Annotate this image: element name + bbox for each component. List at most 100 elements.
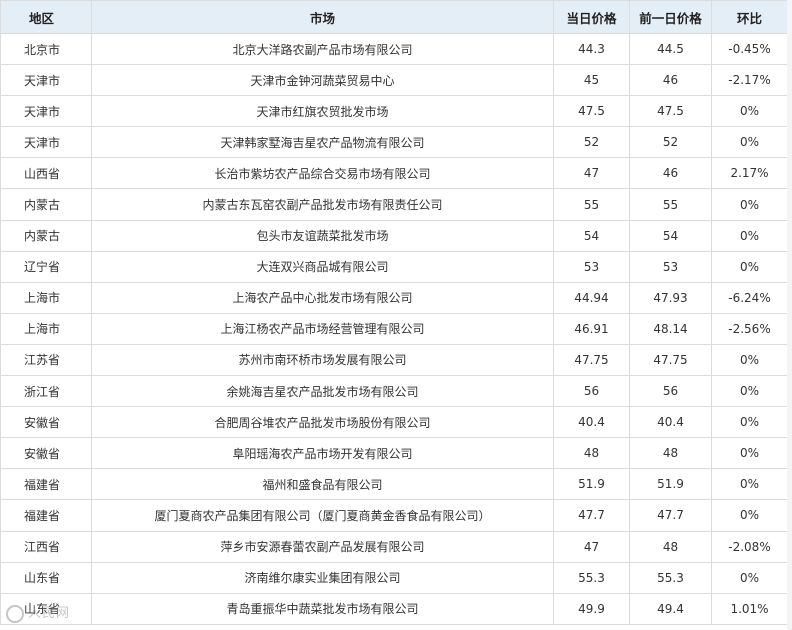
cell-today-price: 44.3 [553,32,630,66]
table-row: 江西省 萍乡市安源春蕾农副产品发展有限公司 47 48 -2.08% [0,530,788,563]
cell-region: 上海市 [0,312,92,345]
cell-market: 济南维尔康实业集团有限公司 [91,561,554,594]
header-prev-price: 前一日价格 [629,0,712,34]
cell-market: 内蒙古东瓦窑农副产品批发市场有限责任公司 [91,188,554,221]
cell-today-price: 47 [553,530,630,563]
table-row: 福建省 福州和盛食品有限公司 51.9 51.9 0% [0,468,788,501]
cell-market: 包头市友谊蔬菜批发市场 [91,219,554,252]
cell-today-price: 55 [553,188,630,221]
cell-today-price: 51.9 [553,468,630,501]
cell-ratio: 0% [711,219,788,252]
cell-today-price: 56 [553,375,630,408]
right-edge [787,0,792,630]
cell-ratio: 0% [711,437,788,470]
cell-market: 北京大洋路农副产品市场有限公司 [91,32,554,66]
cell-today-price: 47.75 [553,343,630,377]
cell-region: 天津市 [0,64,92,97]
cell-today-price: 48 [553,437,630,470]
cell-prev-price: 54 [629,219,712,252]
cell-ratio: 2.17% [711,157,788,190]
cell-market: 上海农产品中心批发市场有限公司 [91,281,554,314]
table-row: 天津市 天津市红旗农贸批发市场 47.5 47.5 0% [0,95,788,128]
cell-today-price: 46.91 [553,312,630,345]
cell-prev-price: 48 [629,530,712,563]
cell-today-price: 53 [553,250,630,283]
cell-region: 天津市 [0,95,92,128]
cell-region: 福建省 [0,499,92,532]
cell-today-price: 47.7 [553,499,630,532]
cell-prev-price: 47.5 [629,95,712,128]
cell-prev-price: 47.75 [629,343,712,377]
cell-ratio: 0% [711,188,788,221]
table-row: 浙江省 余姚海吉星农产品批发市场有限公司 56 56 0% [0,375,788,408]
cell-ratio: 0% [711,95,788,128]
cell-ratio: 0% [711,468,788,501]
watermark-text: 人民网 [28,606,71,621]
cell-today-price: 49.9 [553,592,630,625]
price-table: 地区 市场 当日价格 前一日价格 环比 北京市 北京大洋路农副产品市场有限公司 44… [0,0,788,625]
cell-ratio: -6.24% [711,281,788,314]
cell-market: 合肥周谷堆农产品批发市场股份有限公司 [91,406,554,439]
cell-region: 安徽省 [0,437,92,470]
cell-ratio: 0% [711,126,788,159]
table-body: 北京市 北京大洋路农副产品市场有限公司 44.3 44.5 -0.45% 天津市 天津市金钟… [0,32,788,625]
cell-prev-price: 53 [629,250,712,283]
table-row: 山西省 长治市紫坊农产品综合交易市场有限公司 47 46 2.17% [0,157,788,190]
cell-prev-price: 55.3 [629,561,712,594]
cell-market: 苏州市南环桥市场发展有限公司 [91,343,554,377]
table-row: 福建省 厦门夏商农产品集团有限公司（厦门夏商黄金香食品有限公司） 47.7 47.7 0… [0,499,788,532]
cell-market: 天津市红旗农贸批发市场 [91,95,554,128]
cell-region: 内蒙古 [0,188,92,221]
table-row: 山东省 济南维尔康实业集团有限公司 55.3 55.3 0% [0,561,788,594]
cell-prev-price: 52 [629,126,712,159]
cell-today-price: 45 [553,64,630,97]
cell-today-price: 44.94 [553,281,630,314]
cell-region: 天津市 [0,126,92,159]
cell-prev-price: 55 [629,188,712,221]
cell-ratio: -0.45% [711,32,788,66]
table-row: 安徽省 阜阳瑶海农产品市场开发有限公司 48 48 0% [0,437,788,470]
cell-ratio: 0% [711,250,788,283]
cell-market: 天津韩家墅海吉星农产品物流有限公司 [91,126,554,159]
cell-market: 青岛重振华中蔬菜批发市场有限公司 [91,592,554,625]
cell-prev-price: 47.7 [629,499,712,532]
cell-today-price: 55.3 [553,561,630,594]
cell-prev-price: 47.93 [629,281,712,314]
table-row: 上海市 上海农产品中心批发市场有限公司 44.94 47.93 -6.24% [0,281,788,314]
cell-region: 江西省 [0,530,92,563]
cell-region: 上海市 [0,281,92,314]
cell-region: 福建省 [0,468,92,501]
table-row: 天津市 天津韩家墅海吉星农产品物流有限公司 52 52 0% [0,126,788,159]
cell-prev-price: 48.14 [629,312,712,345]
header-market: 市场 [91,0,554,34]
watermark-logo-icon [6,604,24,623]
table-row: 天津市 天津市金钟河蔬菜贸易中心 45 46 -2.17% [0,64,788,97]
table-row: 内蒙古 内蒙古东瓦窑农副产品批发市场有限责任公司 55 55 0% [0,188,788,221]
table-row: 上海市 上海江杨农产品市场经营管理有限公司 46.91 48.14 -2.56% [0,312,788,345]
cell-ratio: 0% [711,561,788,594]
cell-today-price: 52 [553,126,630,159]
cell-market: 上海江杨农产品市场经营管理有限公司 [91,312,554,345]
cell-market: 长治市紫坊农产品综合交易市场有限公司 [91,157,554,190]
cell-region: 内蒙古 [0,219,92,252]
cell-ratio: 0% [711,406,788,439]
watermark: 人民网 [6,602,126,624]
header-ratio: 环比 [711,0,788,34]
cell-prev-price: 51.9 [629,468,712,501]
cell-region: 辽宁省 [0,250,92,283]
cell-ratio: 0% [711,375,788,408]
cell-region: 山西省 [0,157,92,190]
cell-prev-price: 44.5 [629,32,712,66]
cell-ratio: -2.56% [711,312,788,345]
cell-ratio: 0% [711,343,788,377]
cell-today-price: 47.5 [553,95,630,128]
table-row: 安徽省 合肥周谷堆农产品批发市场股份有限公司 40.4 40.4 0% [0,406,788,439]
cell-today-price: 40.4 [553,406,630,439]
cell-market: 福州和盛食品有限公司 [91,468,554,501]
table-row: 江苏省 苏州市南环桥市场发展有限公司 47.75 47.75 0% [0,343,788,377]
cell-prev-price: 56 [629,375,712,408]
cell-market: 天津市金钟河蔬菜贸易中心 [91,64,554,97]
cell-ratio: 0% [711,499,788,532]
cell-region: 安徽省 [0,406,92,439]
cell-today-price: 47 [553,157,630,190]
